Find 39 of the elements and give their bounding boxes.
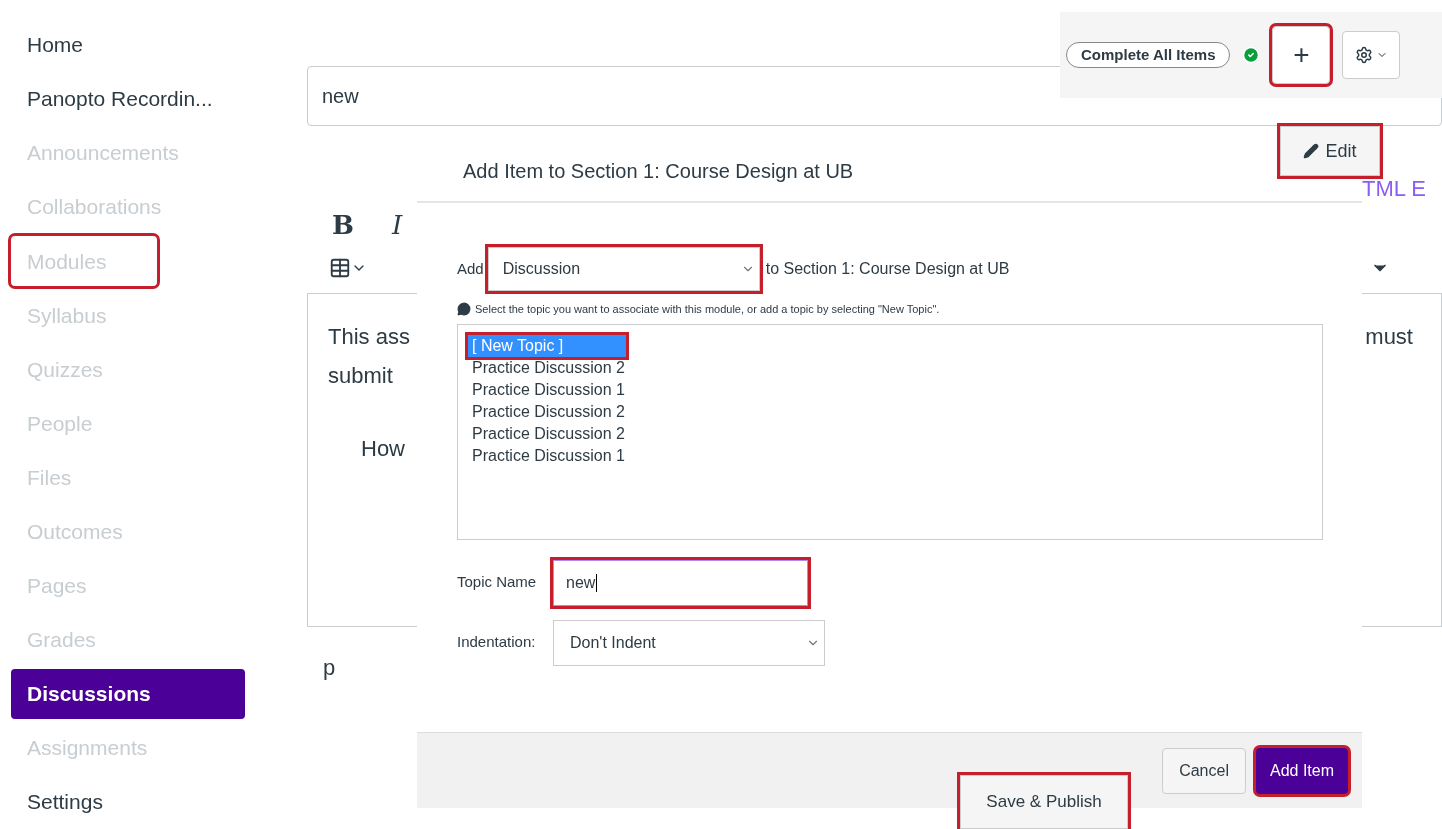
add-label: Add [457,258,484,279]
settings-button[interactable] [1342,31,1401,79]
topic-name-label: Topic Name [457,572,538,593]
topic-option[interactable]: Practice Discussion 1 [468,444,1292,467]
speech-bubble-icon [457,302,471,317]
body-text: must [1365,323,1413,351]
pencil-icon [1303,143,1320,159]
sidebar-item[interactable]: Settings [11,776,103,827]
indentation-select[interactable]: Don't Indent [553,619,825,666]
indentation-label: Indentation: [457,632,537,653]
add-button[interactable]: + [1272,26,1331,84]
item-type-select[interactable]: Discussion [487,247,760,291]
topic-list[interactable]: [ New Topic ] Practice Discussion 2 Practice Discussion 1 Practice Discussion 2 Practice Discussion 2 Practice Discussion 1 [457,323,1323,540]
check-icon [1242,46,1261,64]
topic-option[interactable]: Practice Discussion 1 [468,378,1292,401]
body-text: p [322,654,337,682]
topic-option[interactable]: Practice Discussion 2 [468,422,1292,445]
body-text: How [360,435,405,463]
body-text: This ass [328,323,410,351]
sidebar-item[interactable]: Discussions [11,668,245,719]
body-text: submit [328,362,393,390]
complete-all-button[interactable]: Complete All Items [1066,42,1231,68]
sidebar-item[interactable]: Panopto Recordin... [11,74,213,125]
cancel-button[interactable]: Cancel [1162,747,1246,794]
add-item-button[interactable]: Add Item [1255,747,1348,794]
target-label: to Section 1: Course Design at UB [765,259,1010,279]
italic-button[interactable]: I [392,206,403,245]
bold-button[interactable]: B [332,206,354,245]
text-cursor [596,573,598,592]
dialog-title: Add Item to Section 1: Course Design at UB [463,158,854,184]
table-icon[interactable] [329,257,351,279]
hint-text: Select the topic you want to associate with this module, or add a topic by selecting "New Topic". [475,302,940,317]
settings-icon [1355,46,1373,64]
save-publish-button[interactable]: Save & Publish [960,775,1128,829]
topic-name-input[interactable]: new [553,559,808,606]
edit-button[interactable]: Edit [1280,126,1380,176]
sidebar-item[interactable]: Home [11,20,84,71]
topic-option[interactable]: Practice Discussion 2 [468,400,1292,423]
topic-option[interactable]: Practice Discussion 2 [468,356,1292,379]
